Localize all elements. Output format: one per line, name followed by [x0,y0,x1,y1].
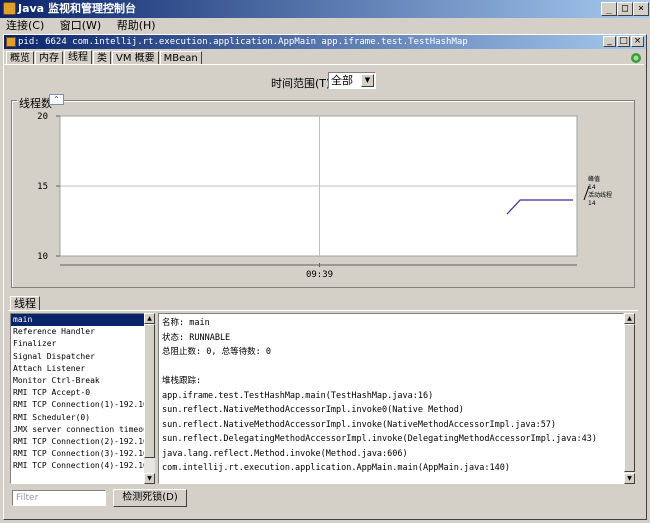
detail-scrollbar[interactable]: ▲ ▼ [624,313,635,484]
detail-line: 总阻止数: 0, 总等待数: 0 [162,347,271,357]
y-tick-label: 15 [37,182,48,192]
thread-list-item[interactable]: Reference Handler [11,326,153,338]
scroll-thumb[interactable] [144,324,155,458]
y-tick-label: 10 [37,252,48,262]
thread-list-item[interactable]: JMX server connection timeout [11,424,153,436]
legend-text: 14 [588,200,596,207]
x-tick-label: 09:39 [306,270,333,280]
detail-line: 状态: RUNNABLE [162,332,231,343]
thread-list-item[interactable]: main [11,314,153,327]
detail-line: com.intellij.rt.execution.application.Ap… [162,463,510,473]
detail-line: sun.reflect.DelegatingMethodAccessorImpl… [162,434,597,444]
thread-list-item[interactable]: RMI TCP Connection(1)-192.168. [11,399,153,411]
legend-text: 活动线程 [588,191,612,199]
scroll-down-icon[interactable]: ▼ [144,473,155,484]
detail-line: 堆栈跟踪: [162,376,202,386]
scroll-up-icon[interactable]: ▲ [624,313,635,324]
thread-list-item[interactable]: RMI TCP Connection(3)-192.168. [11,448,153,460]
thread-list-item[interactable]: RMI Scheduler(0) [11,412,153,424]
lower-tab-divider [8,310,638,311]
detail-line: java.lang.reflect.Method.invoke(Method.j… [162,448,408,459]
scroll-up-icon[interactable]: ▲ [144,313,155,324]
thread-list-item[interactable]: Attach Listener [11,363,153,375]
legend-text: 峰值 [588,175,600,183]
thread-list: main Reference Handler Finalizer Signal Dis… [10,313,154,484]
detail-line: app.iframe.test.TestHashMap.main(TestHas… [162,390,434,401]
thread-list-item[interactable]: Finalizer [11,338,153,350]
scroll-thumb[interactable] [624,324,635,472]
detail-line: sun.reflect.NativeMethodAccessorImpl.inv… [162,419,557,430]
detail-line: 名称: main [162,318,210,328]
thread-list-item[interactable]: Monitor Ctrl-Break [11,375,153,387]
filter-input[interactable]: Filter [12,490,106,506]
thread-count-chart: 20151009:39峰值14活动线程14 [37,112,612,280]
thread-list-item[interactable]: RMI TCP Connection(2)-192.168. [11,436,153,448]
detail-line: sun.reflect.NativeMethodAccessorImpl.inv… [162,405,464,415]
legend-text: 14 [588,184,596,191]
thread-list-item[interactable]: RMI TCP Connection(4)-192.168. [11,460,153,472]
thread-detail-pane: 名称: main 状态: RUNNABLE 总阻止数: 0, 总等待数: 0 堆栈跟踪… [158,313,624,484]
thread-list-item[interactable]: RMI TCP Accept-0 [11,387,153,399]
thread-list-scrollbar[interactable]: ▲ ▼ [144,313,155,484]
detect-deadlock-button[interactable]: 检测死锁(D) [113,489,187,507]
detail-line [162,360,620,375]
y-tick-label: 20 [37,112,48,122]
tab-thread-details[interactable]: 线程 [10,296,40,311]
scroll-down-icon[interactable]: ▼ [624,473,635,484]
thread-list-item[interactable]: Signal Dispatcher [11,351,153,363]
